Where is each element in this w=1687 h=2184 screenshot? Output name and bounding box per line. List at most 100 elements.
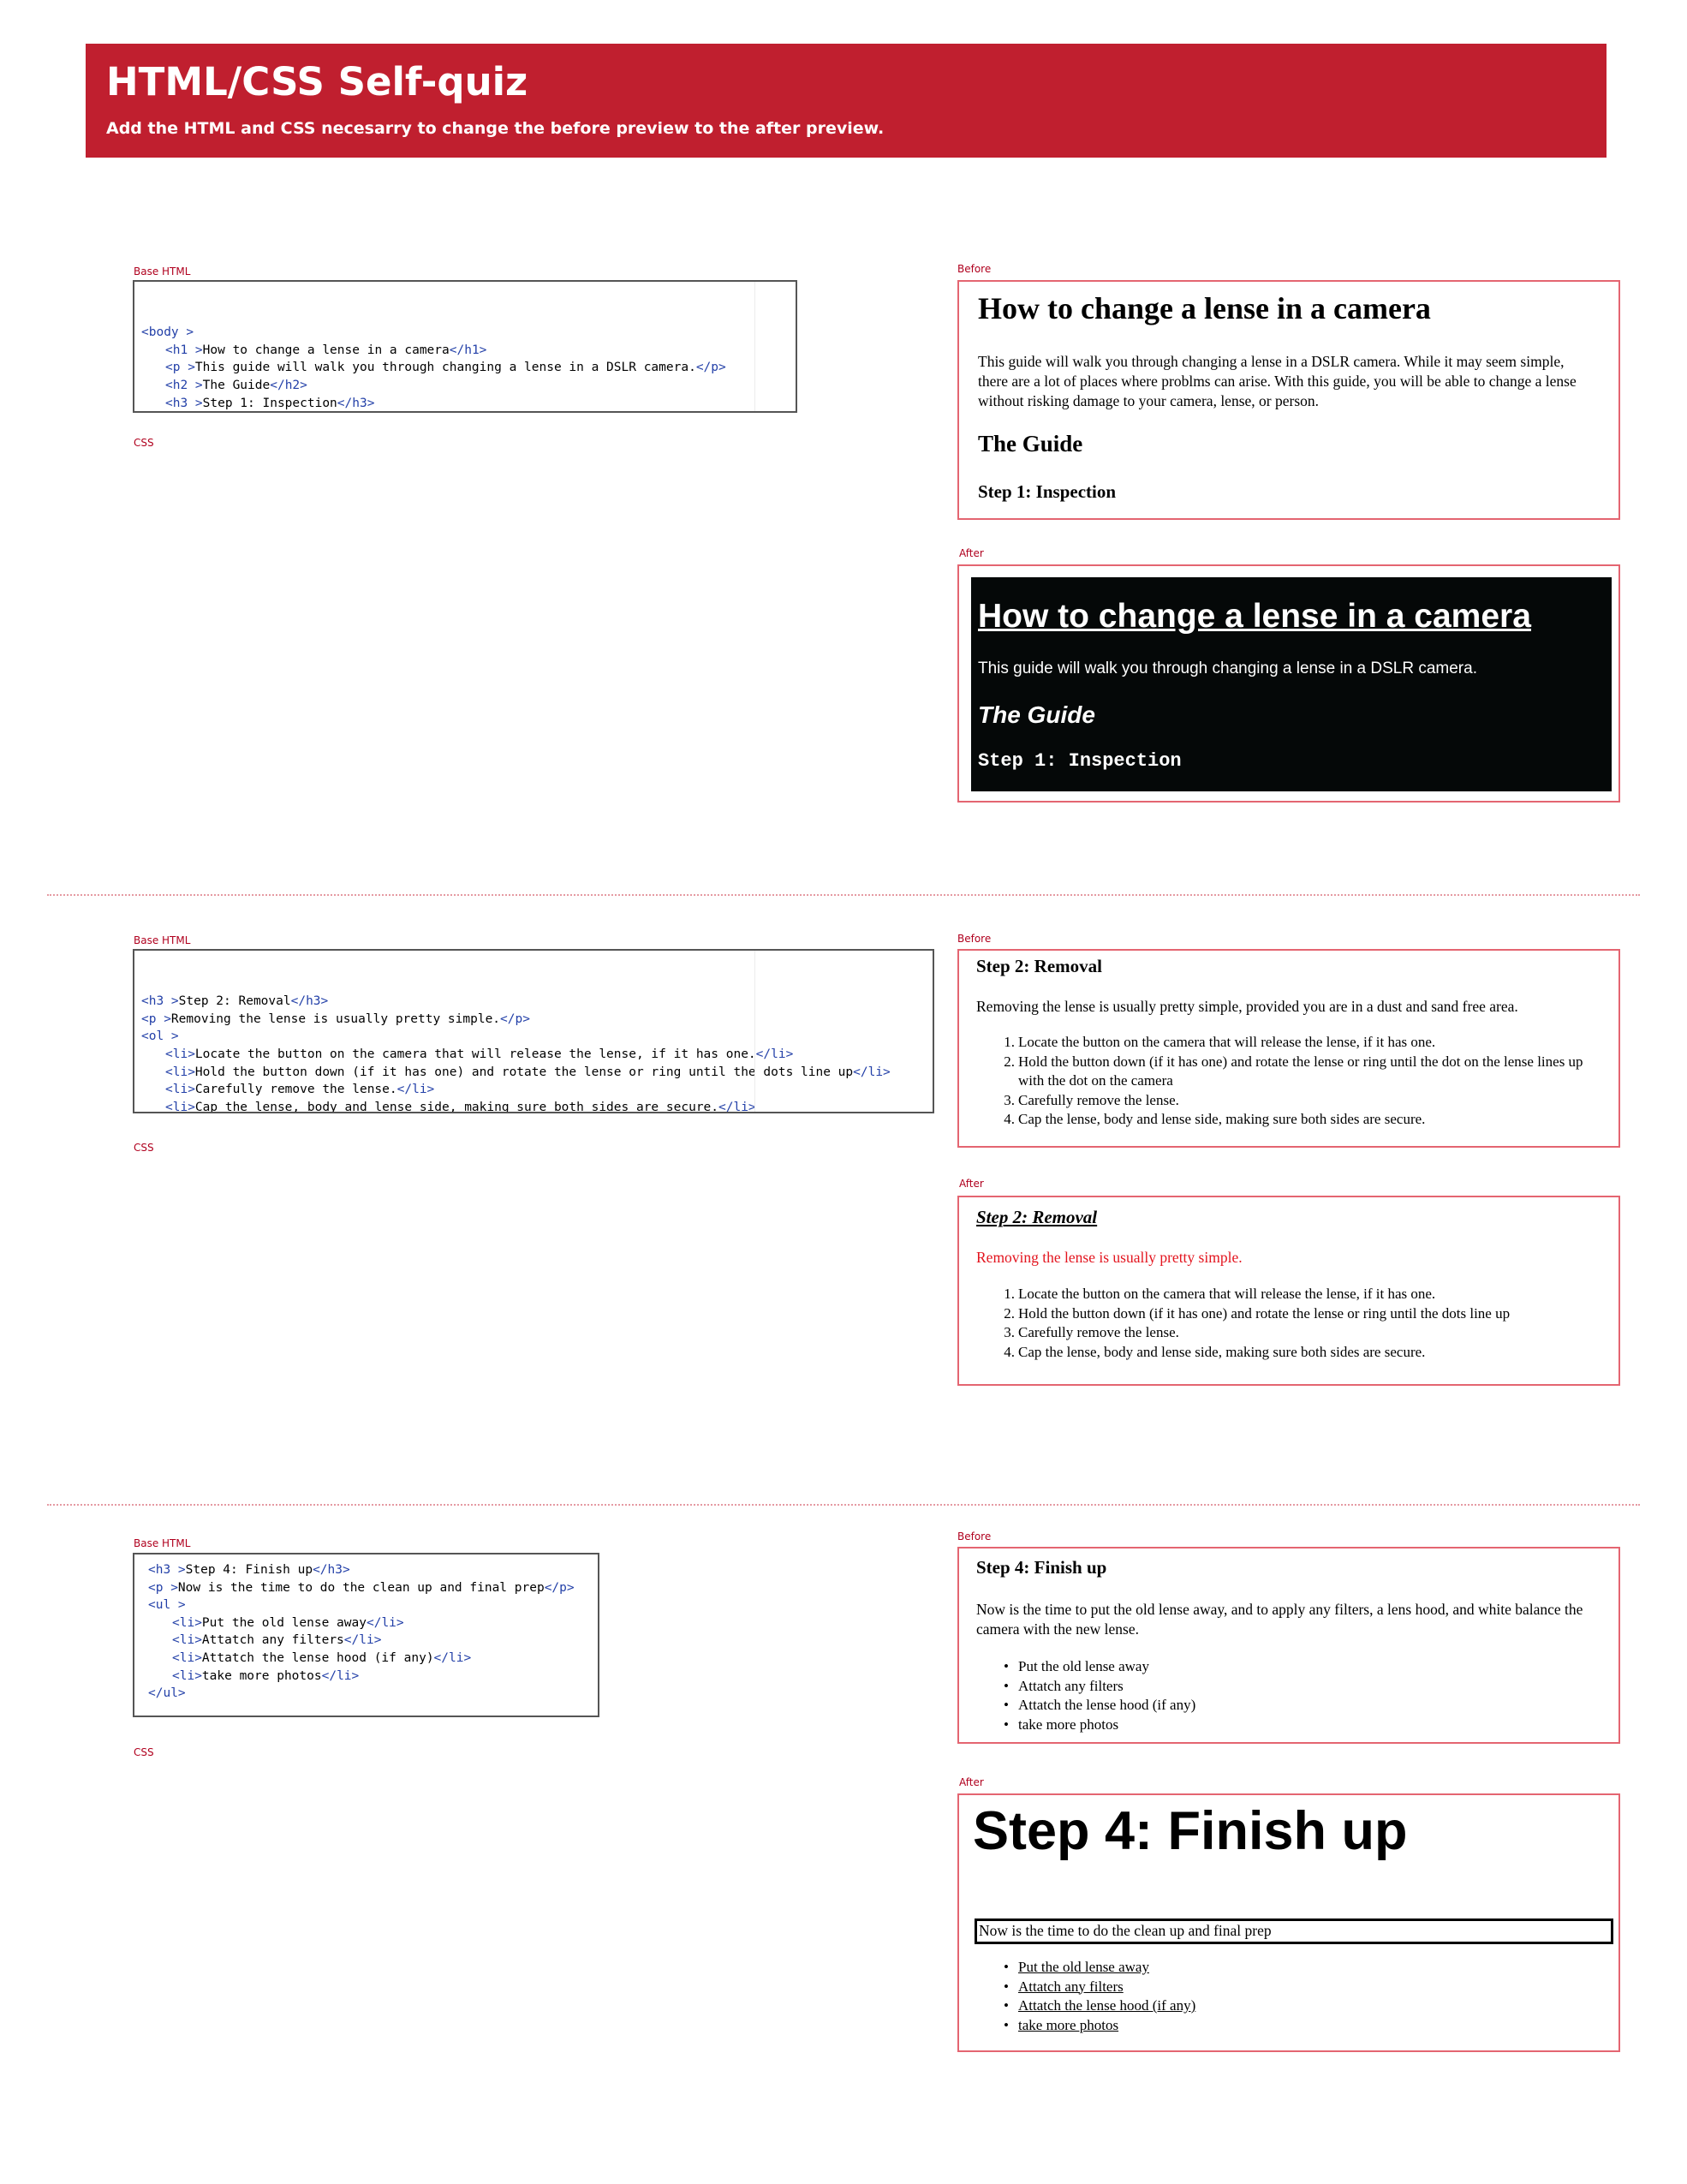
code-tag: <h3 >	[148, 1563, 186, 1577]
list-item-text: take more photos	[1018, 2016, 1119, 2033]
code-text: Attatch any filters	[201, 1633, 344, 1648]
list-item: • Attatch any filters	[1004, 1978, 1601, 1997]
code-text: Locate the button on the camera that wil…	[194, 1047, 756, 1061]
code-tag: <li>	[172, 1668, 202, 1683]
list-item-text: Cap the lense, body and lense side, maki…	[1018, 1111, 1426, 1127]
list-item-text: Attatch any filters	[1018, 1677, 1124, 1694]
base-html-code-box: <h3 >Step 4: Finish up</h3> <p >Now is th…	[133, 1553, 599, 1717]
before-preview: Step 2: Removal Removing the lense is us…	[957, 949, 1620, 1148]
list-number: 4.	[1004, 1111, 1015, 1127]
after-preview: How to change a lense in a camera This g…	[957, 564, 1620, 803]
preview-paragraph: Removing the lense is usually pretty sim…	[976, 998, 1518, 1015]
code-tag: <body >	[141, 325, 194, 340]
preview-dark-background: How to change a lense in a camera This g…	[971, 577, 1612, 791]
list-item: 2. Hold the button down (if it has one) a…	[1004, 1053, 1601, 1091]
code-line: <li>Attatch the lense hood (if any)</li>	[148, 1650, 591, 1668]
code-line: <h3 >Step 2: Removal</h3>	[141, 993, 926, 1011]
code-tag: <li>	[165, 1065, 195, 1079]
list-item-text: Carefully remove the lense.	[1018, 1324, 1179, 1340]
before-preview: How to change a lense in a camera This g…	[957, 280, 1620, 520]
bullet-icon: •	[1004, 1697, 1009, 1713]
list-item-text: Locate the button on the camera that wil…	[1018, 1034, 1436, 1050]
code-text: Put the old lense away	[201, 1615, 367, 1630]
code-tag: </ul>	[148, 1686, 186, 1701]
bullet-icon: •	[1004, 1959, 1009, 1975]
code-line: <body >	[141, 324, 789, 342]
list-item-text: Hold the button down (if it has one) and…	[1018, 1304, 1511, 1322]
code-line: <h2 >The Guide</h2>	[141, 377, 789, 395]
list-number: 1.	[1004, 1034, 1015, 1050]
preview-h3: Step 1: Inspection	[978, 481, 1117, 502]
code-line: </ul>	[148, 1685, 591, 1703]
code-tag: </p>	[500, 1011, 530, 1026]
code-text: Cap the lense, body and lense side, maki…	[194, 1100, 719, 1113]
list-item-text: take more photos	[1018, 1716, 1119, 1733]
code-tag: </h1>	[449, 343, 487, 357]
code-tag: </p>	[544, 1580, 575, 1595]
code-text: Now is the time to do the clean up and f…	[177, 1580, 545, 1595]
code-line: <ul >	[148, 1596, 591, 1614]
list-item-text: Put the old lense away	[1018, 1959, 1149, 1975]
code-guide-line	[754, 282, 755, 411]
code-tag: <li>	[165, 1100, 195, 1113]
preview-paragraph: This guide will walk you through changin…	[978, 659, 1477, 677]
code-tag: </li>	[396, 1083, 435, 1097]
preview-h2: The Guide	[978, 701, 1095, 728]
code-line: <li>Carefully remove the lense.</li>	[141, 1081, 926, 1099]
code-guide-line	[754, 951, 755, 1112]
code-tag: <p >	[165, 361, 195, 375]
preview-unordered-list: • Put the old lense away • Attatch any filt…	[1004, 1657, 1601, 1734]
code-text: Carefully remove the lense.	[194, 1083, 397, 1097]
bullet-icon: •	[1004, 1716, 1009, 1733]
code-line: <li>Locate the button on the camera that…	[141, 1046, 926, 1064]
code-line: <p >This guide will walk you through cha…	[141, 359, 789, 377]
preview-h1: How to change a lense in a camera	[978, 291, 1431, 325]
code-text: Removing the lense is usually pretty sim…	[170, 1011, 501, 1026]
code-tag: </li>	[366, 1615, 404, 1630]
list-item: • take more photos	[1004, 2016, 1601, 2036]
code-tag: <h2 >	[165, 378, 203, 392]
code-tag: <h3 >	[165, 396, 203, 410]
after-label: After	[959, 1776, 984, 1788]
code-text: How to change a lense in a camera	[202, 343, 450, 357]
bullet-icon: •	[1004, 1997, 1009, 2014]
code-tag: <li>	[165, 1083, 195, 1097]
code-tag: </li>	[343, 1633, 382, 1648]
code-tag: </h3>	[337, 396, 375, 410]
before-preview: Step 4: Finish up Now is the time to put…	[957, 1547, 1620, 1744]
code-tag: <li>	[172, 1633, 202, 1648]
preview-paragraph: This guide will walk you through changin…	[978, 353, 1577, 409]
list-number: 3.	[1004, 1324, 1015, 1340]
base-html-code-box: <body > <h1 >How to change a lense in a c…	[133, 280, 797, 413]
base-html-label: Base HTML	[134, 266, 191, 277]
before-label: Before	[957, 263, 992, 275]
preview-paragraph: Now is the time to do the clean up and f…	[975, 1918, 1613, 1944]
page-title: HTML/CSS Self-quiz	[106, 59, 528, 104]
code-text: Step 1: Inspection	[202, 396, 337, 410]
code-tag: </li>	[853, 1065, 891, 1079]
base-html-code-box: <h3 >Step 2: Removal</h3> <p >Removing th…	[133, 949, 934, 1113]
after-preview: Step 4: Finish up Now is the time to do …	[957, 1793, 1620, 2052]
code-text: Attatch the lense hood (if any)	[201, 1650, 434, 1665]
code-tag: </h3>	[290, 994, 329, 1009]
before-label: Before	[957, 933, 992, 945]
preview-h3: Step 2: Removal	[976, 1207, 1098, 1227]
code-text: take more photos	[201, 1668, 322, 1683]
code-line: <li>Cap the lense, body and lense side, …	[141, 1099, 926, 1113]
preview-h3: Step 4: Finish up	[973, 1801, 1408, 1861]
list-number: 4.	[1004, 1343, 1015, 1360]
code-tag: <p >	[148, 1580, 178, 1595]
list-item-text: Put the old lense away	[1018, 1658, 1149, 1674]
code-line: <li>Put the old lense away</li>	[148, 1614, 591, 1632]
list-item: • Attatch the lense hood (if any)	[1004, 1696, 1601, 1716]
page-subtitle: Add the HTML and CSS necesarry to change…	[106, 119, 885, 138]
code-text: This guide will walk you through changin…	[194, 361, 696, 375]
code-tag: </li>	[755, 1047, 794, 1061]
code-tag: <h1 >	[165, 343, 203, 357]
bullet-icon: •	[1004, 1658, 1009, 1674]
code-tag: <li>	[172, 1615, 202, 1630]
page-header-banner: HTML/CSS Self-quiz Add the HTML and CSS …	[86, 44, 1607, 158]
preview-h3: Step 1: Inspection	[978, 750, 1182, 772]
code-text: Step 2: Removal	[178, 994, 291, 1009]
list-item-text: Locate the button on the camera that wil…	[1018, 1286, 1436, 1302]
